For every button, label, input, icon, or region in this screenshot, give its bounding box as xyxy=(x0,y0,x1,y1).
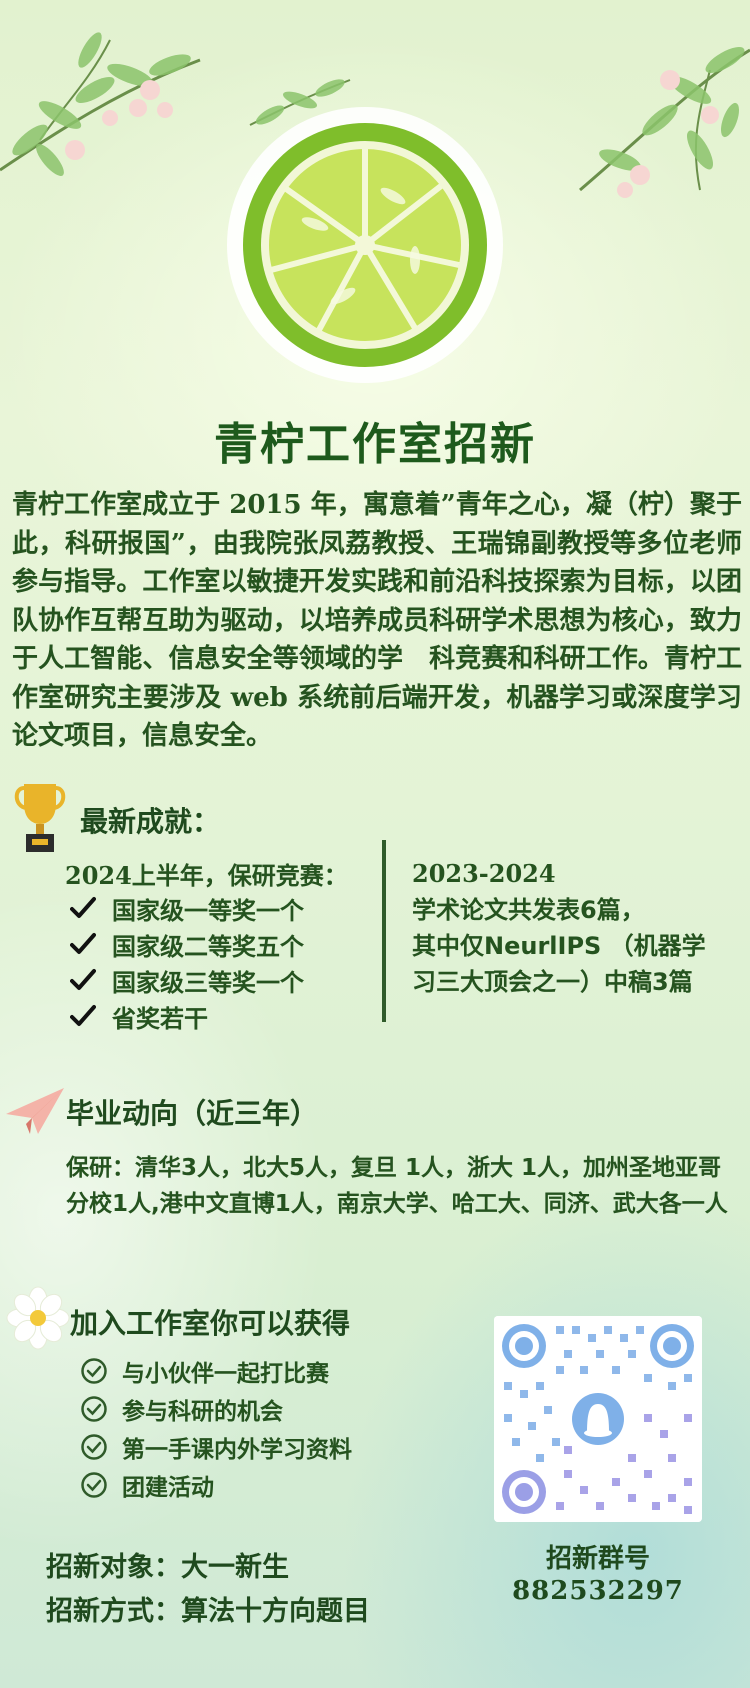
publications-line: 习三大顶会之一）中稿3篇 xyxy=(412,968,693,996)
paper-plane-icon xyxy=(6,1088,64,1134)
qr-code[interactable] xyxy=(494,1316,702,1522)
qr-group-number: 882532297 xyxy=(512,1576,684,1606)
recruit-info: 招新对象：大一新生 招新方式：算法十方向题目 xyxy=(46,1546,370,1634)
publications-summary: 2023-2024 学术论文共发表6篇， 其中仅NeurlIPS （机器学 习三… xyxy=(412,856,706,1000)
floral-branch-decoration xyxy=(579,47,750,198)
publications-years: 2023-2024 xyxy=(412,859,556,888)
check-circle-icon xyxy=(81,1472,107,1498)
benefit-label: 第一手课内外学习资料 xyxy=(122,1437,352,1463)
benefit-label: 参与科研的机会 xyxy=(122,1399,283,1425)
checkmark-icon xyxy=(70,933,96,954)
flower-icon xyxy=(6,1286,70,1350)
page-title: 青柠工作室招新 xyxy=(214,419,536,470)
intro-paragraph: 青柠工作室成立于 2015 年，寓意着”青年之心，凝（柠）聚于此，科研报国”，由… xyxy=(12,490,742,751)
award-label: 国家级三等奖一个 xyxy=(112,968,304,997)
list-item: 参与科研的机会 xyxy=(80,1390,352,1428)
list-item: 第一手课内外学习资料 xyxy=(80,1428,352,1466)
list-item: 国家级二等奖五个 xyxy=(70,926,304,962)
award-list: 国家级一等奖一个 国家级二等奖五个 国家级三等奖一个 省奖若干 xyxy=(70,890,304,1034)
check-circle-icon xyxy=(81,1358,107,1384)
award-label: 国家级一等奖一个 xyxy=(112,896,304,925)
recruit-target: 招新对象：大一新生 xyxy=(46,1552,289,1583)
checkmark-icon xyxy=(70,1005,96,1026)
recruit-method: 招新方式：算法十方向题目 xyxy=(46,1596,370,1627)
publications-line: 其中仅NeurlIPS （机器学 xyxy=(412,932,706,960)
check-circle-icon xyxy=(81,1396,107,1422)
vertical-divider xyxy=(382,840,386,1022)
graduation-text: 保研：清华3人，北大5人，复旦 1人，浙大 1人，加州圣地亚哥分校1人,港中文直… xyxy=(66,1155,728,1217)
checkmark-icon xyxy=(70,969,96,990)
list-item: 团建活动 xyxy=(80,1466,352,1504)
graduation-title: 毕业动向（近三年） xyxy=(66,1097,319,1130)
list-item: 国家级一等奖一个 xyxy=(70,890,304,926)
award-label: 国家级二等奖五个 xyxy=(112,932,304,961)
list-item: 国家级三等奖一个 xyxy=(70,962,304,998)
checkmark-icon xyxy=(70,897,96,918)
award-label: 省奖若干 xyxy=(112,1004,208,1033)
publications-line: 学术论文共发表6篇， xyxy=(412,896,645,924)
achievements-title: 最新成就： xyxy=(80,805,221,838)
benefits-list: 与小伙伴一起打比赛 参与科研的机会 第一手课内外学习资料 团建活动 xyxy=(80,1352,352,1504)
benefit-label: 与小伙伴一起打比赛 xyxy=(122,1361,329,1387)
qr-group-label: 招新群号 xyxy=(545,1544,650,1574)
check-circle-icon xyxy=(81,1434,107,1460)
achievements-left-heading: 2024上半年，保研竞赛： xyxy=(65,861,348,890)
benefit-label: 团建活动 xyxy=(122,1475,214,1501)
list-item: 与小伙伴一起打比赛 xyxy=(80,1352,352,1390)
lemon-slice-logo xyxy=(227,107,503,383)
trophy-icon xyxy=(14,784,66,852)
list-item: 省奖若干 xyxy=(70,998,304,1034)
join-title: 加入工作室你可以获得 xyxy=(70,1307,351,1340)
